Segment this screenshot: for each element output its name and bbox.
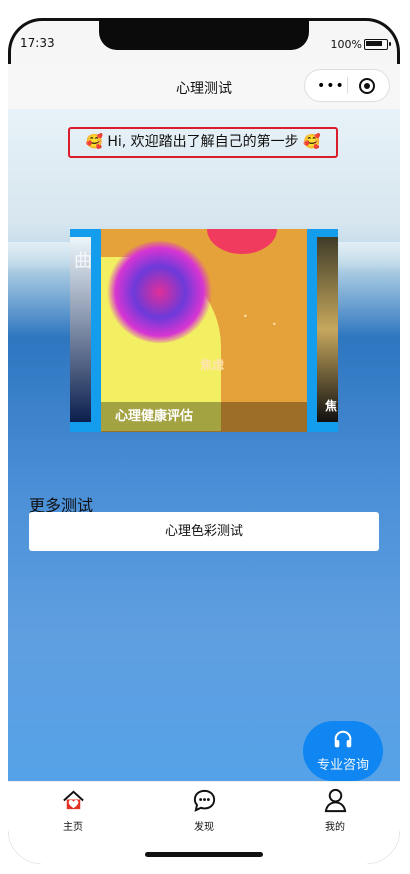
main-content: 🥰 Hi, 欢迎踏出了解自己的第一步 🥰 曲 • • 焦虑 心理健康评估 焦 更…	[8, 109, 400, 781]
test-carousel[interactable]: 曲 • • 焦虑 心理健康评估 焦	[70, 229, 338, 432]
decorative-word: 焦虑	[200, 358, 225, 372]
more-icon[interactable]: •••	[317, 78, 345, 94]
home-indicator	[145, 852, 263, 857]
previous-slide-text: 曲	[74, 251, 92, 272]
tab-home-label: 主页	[63, 822, 83, 833]
previous-slide-peek[interactable]: 曲	[70, 237, 92, 422]
miniprogram-capsule[interactable]: •••	[304, 69, 390, 102]
bottom-tab-bar: 主页 发现 我的	[8, 781, 400, 864]
tab-discover-label: 发现	[194, 822, 214, 833]
tab-discover[interactable]: 发现	[139, 787, 269, 833]
headset-icon	[334, 730, 352, 748]
slide-label: 心理健康评估	[101, 402, 307, 432]
capsule-divider	[347, 77, 348, 94]
decorative-word: •	[243, 312, 248, 321]
consultation-label: 专业咨询	[316, 758, 369, 773]
tab-profile-label: 我的	[325, 822, 345, 833]
battery-icon	[364, 39, 391, 50]
chat-bubble-icon	[193, 789, 215, 812]
welcome-banner: 🥰 Hi, 欢迎踏出了解自己的第一步 🥰	[68, 127, 338, 158]
carousel-slide-mental-health[interactable]: • • 焦虑 心理健康评估	[101, 229, 307, 432]
slide-flower-illustration	[107, 241, 212, 343]
navigation-bar: 心理测试 •••	[8, 64, 400, 109]
next-slide-label: 焦	[325, 399, 338, 413]
user-icon	[324, 788, 346, 813]
phone-frame: 17:33 100% 心理测试 ••• 🥰 Hi, 欢迎踏出了解自己的第一步 🥰…	[8, 18, 400, 864]
decorative-word: •	[272, 320, 277, 329]
status-time: 17:33	[20, 36, 55, 50]
color-test-button[interactable]: 心理色彩测试	[29, 512, 379, 551]
phone-notch	[99, 18, 309, 50]
home-icon	[62, 790, 84, 810]
tab-home[interactable]: 主页	[8, 787, 138, 833]
battery-percentage: 100%	[330, 38, 362, 51]
close-icon[interactable]	[359, 78, 375, 94]
next-slide-peek[interactable]: 焦	[317, 237, 338, 422]
professional-consultation-button[interactable]: 专业咨询	[303, 721, 383, 781]
slide-decoration-sun	[207, 229, 277, 254]
tab-profile[interactable]: 我的	[270, 787, 400, 833]
